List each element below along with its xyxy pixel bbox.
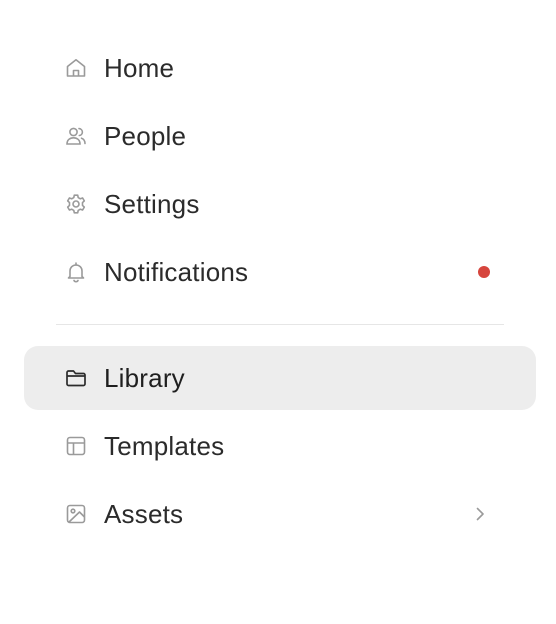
sidebar-item-label: Assets (104, 499, 184, 529)
bell-icon (64, 260, 88, 284)
sidebar-item-home[interactable]: Home (24, 36, 536, 100)
gear-icon (64, 192, 88, 216)
template-icon (64, 434, 88, 458)
notification-dot (478, 266, 490, 278)
sidebar-item-label: Settings (104, 189, 200, 219)
sidebar-item-label: People (104, 121, 187, 151)
divider (56, 324, 504, 325)
sidebar-item-label: Templates (104, 431, 225, 461)
people-icon (64, 124, 88, 148)
chevron-right-icon[interactable] (468, 502, 492, 526)
sidebar-item-templates[interactable]: Templates (24, 414, 536, 478)
folder-icon (64, 366, 88, 390)
sidebar-item-notifications[interactable]: Notifications (24, 240, 536, 304)
sidebar-item-settings[interactable]: Settings (24, 172, 536, 236)
sidebar-item-label: Notifications (104, 257, 249, 287)
home-icon (64, 56, 88, 80)
sidebar-item-label: Library (104, 363, 185, 393)
sidebar-nav: Home People Settings Notifications Libra… (0, 0, 556, 624)
sidebar-item-library[interactable]: Library (24, 346, 536, 410)
sidebar-item-people[interactable]: People (24, 104, 536, 168)
image-icon (64, 502, 88, 526)
sidebar-item-assets[interactable]: Assets (24, 482, 536, 546)
sidebar-item-label: Home (104, 53, 175, 83)
